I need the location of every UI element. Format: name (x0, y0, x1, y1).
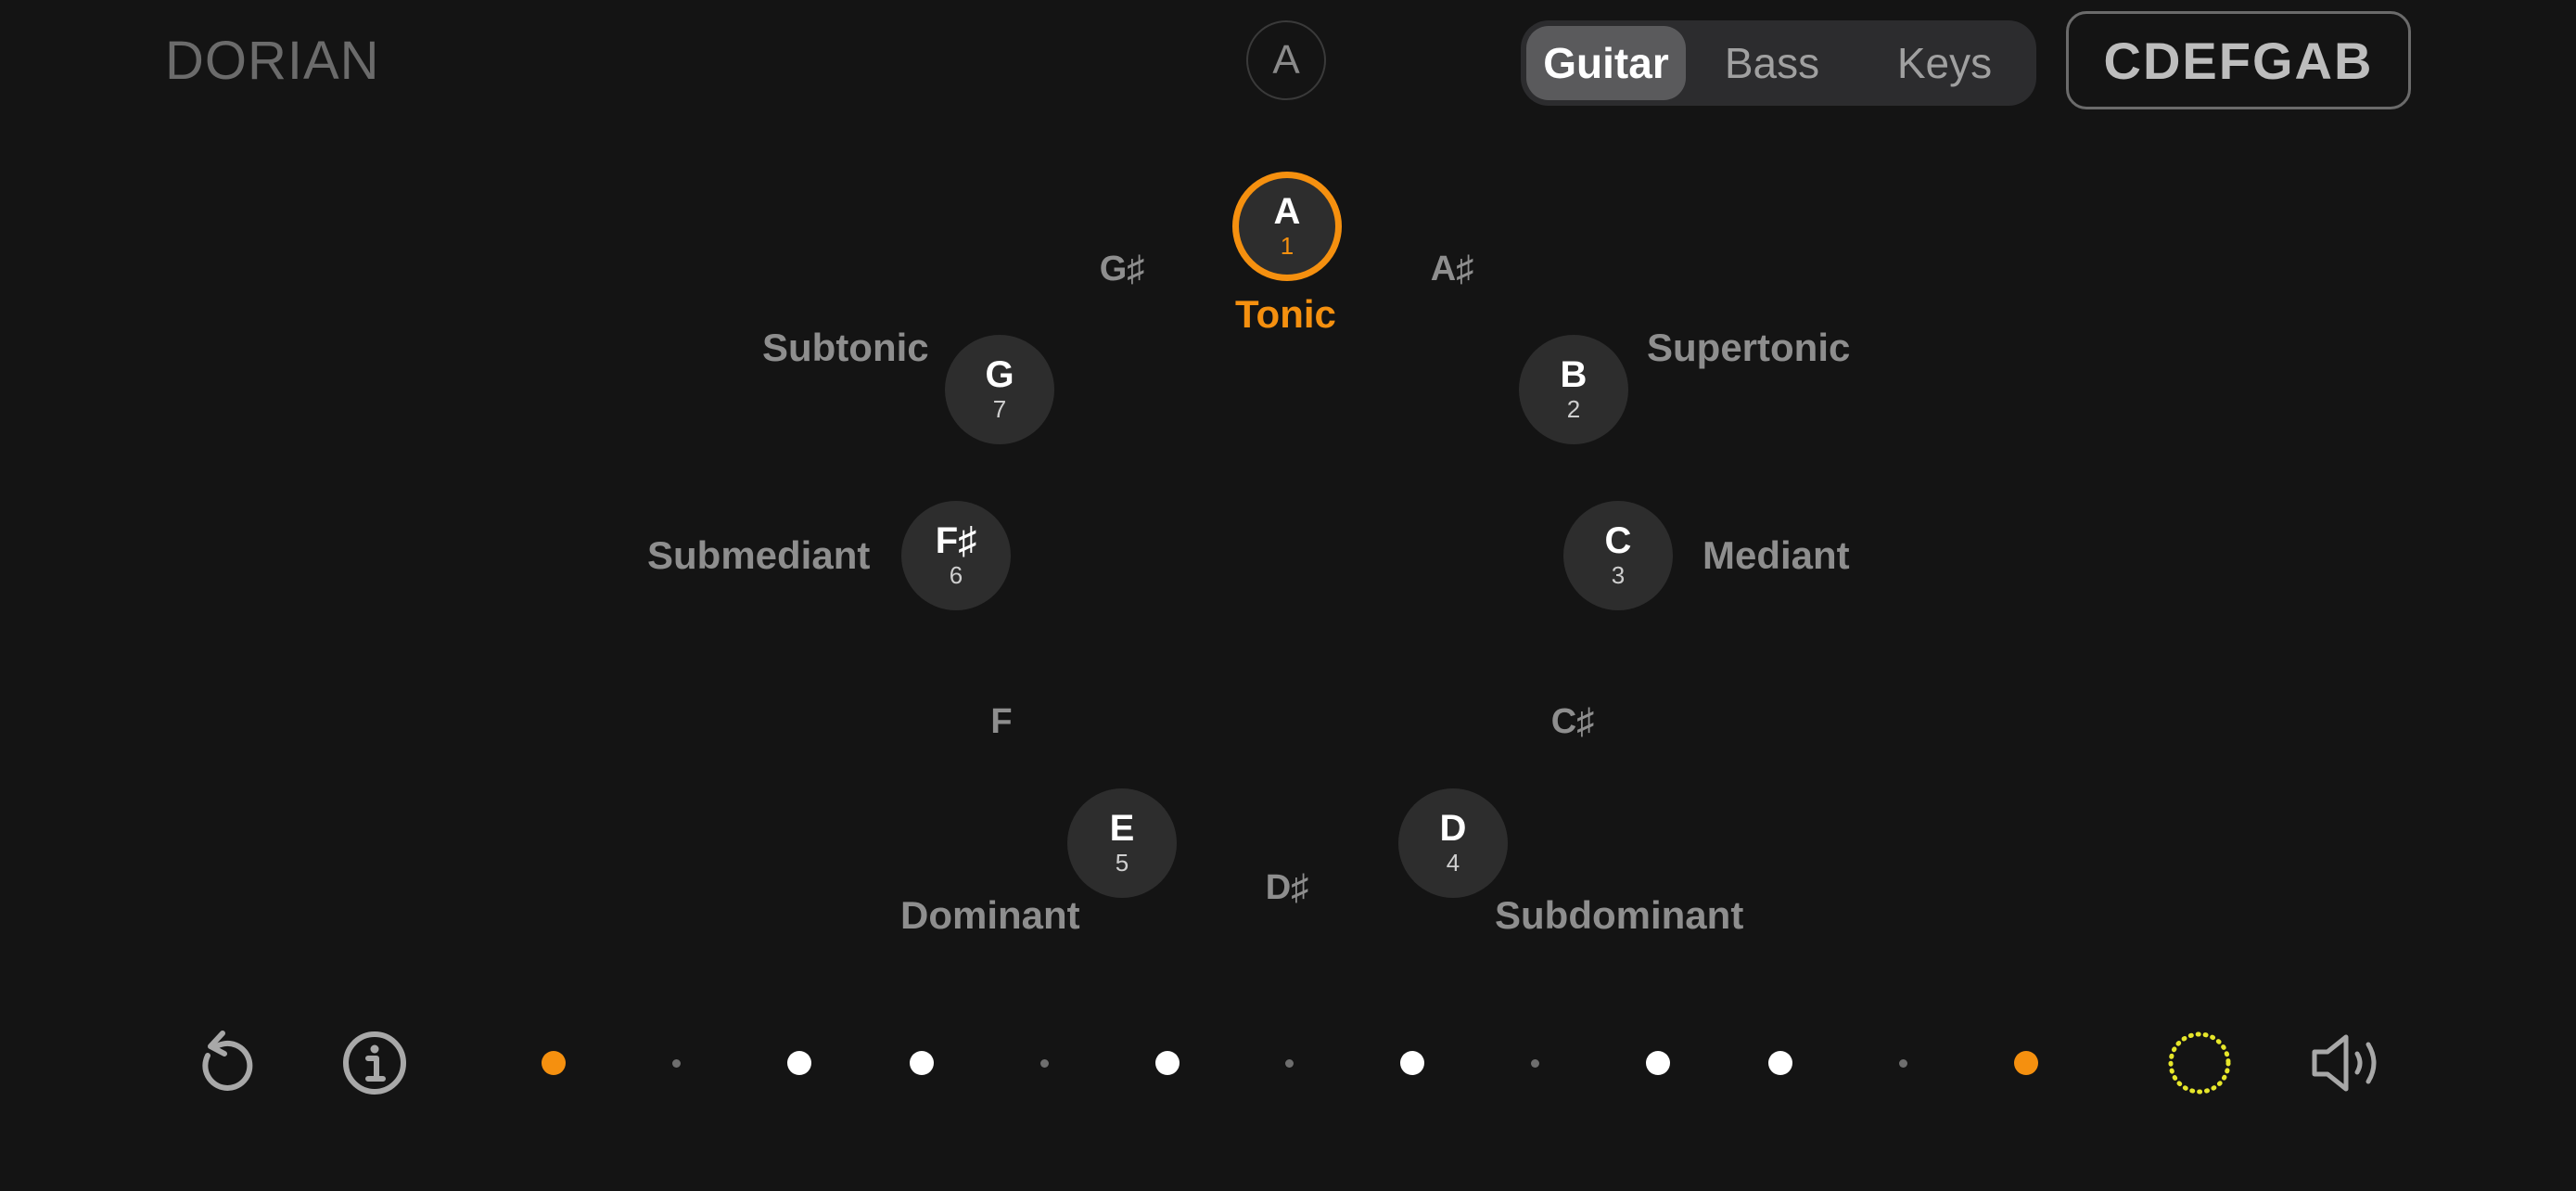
degree-number: 1 (1280, 232, 1294, 260)
function-label-dominant: Dominant (900, 893, 1080, 937)
instrument-selector: Guitar Bass Keys (1521, 20, 2036, 106)
note-name: A (1273, 191, 1301, 232)
sound-button[interactable] (2309, 1030, 2387, 1096)
degree-node-7[interactable]: G 7 (945, 335, 1054, 444)
instrument-keys-tab[interactable]: Keys (1858, 26, 2031, 100)
info-button[interactable] (339, 1028, 410, 1098)
chromatic-note-f[interactable]: F (964, 703, 1039, 740)
note-name: G (985, 354, 1014, 395)
instrument-guitar-tab[interactable]: Guitar (1526, 26, 1686, 100)
step-dot-off (1039, 1058, 1049, 1068)
degree-node-4[interactable]: D 4 (1398, 788, 1508, 898)
step-dot-root (2013, 1051, 2038, 1075)
note-name: C (1604, 520, 1632, 561)
instrument-bass-tab[interactable]: Bass (1686, 26, 1858, 100)
note-name: B (1560, 354, 1588, 395)
info-icon (343, 1031, 406, 1095)
degree-node-3[interactable]: C 3 (1563, 501, 1673, 610)
chromatic-note-g-sharp[interactable]: G♯ (1085, 250, 1159, 288)
degree-node-6[interactable]: F♯ 6 (901, 501, 1011, 610)
mode-title: DORIAN (165, 31, 380, 91)
speaker-icon (2312, 1034, 2377, 1092)
chromatic-note-c-sharp[interactable]: C♯ (1536, 703, 1610, 740)
note-name: E (1109, 808, 1135, 849)
degree-node-2[interactable]: B 2 (1519, 335, 1628, 444)
reset-icon (202, 1031, 253, 1091)
function-label-mediant: Mediant (1702, 533, 1850, 577)
loop-button[interactable] (2166, 1030, 2233, 1096)
function-label-tonic: Tonic (1235, 292, 1336, 336)
step-dot-root (542, 1051, 566, 1075)
step-dot-scale (909, 1051, 934, 1075)
chromatic-note-d-sharp[interactable]: D♯ (1250, 869, 1324, 906)
step-dot-off (671, 1058, 681, 1068)
step-dot-off (1898, 1058, 1907, 1068)
step-dot-off (1530, 1058, 1539, 1068)
degree-node-tonic[interactable]: A 1 (1232, 172, 1342, 281)
root-note-button[interactable]: A (1246, 20, 1326, 100)
step-dot-off (1285, 1058, 1294, 1068)
note-name: D (1439, 808, 1467, 849)
reset-button[interactable] (189, 1026, 261, 1098)
degree-number: 4 (1446, 849, 1460, 877)
degree-number: 7 (992, 395, 1007, 423)
degree-number: 2 (1566, 395, 1581, 423)
step-dot-scale (1400, 1051, 1425, 1075)
degree-node-5[interactable]: E 5 (1067, 788, 1177, 898)
note-names-button[interactable]: CDEFGAB (2066, 11, 2411, 109)
step-dot-scale (786, 1051, 811, 1075)
degree-number: 5 (1115, 849, 1129, 877)
note-name: F♯ (935, 520, 977, 561)
step-dot-scale (1768, 1051, 1792, 1075)
degree-number: 6 (949, 561, 963, 589)
function-label-subdominant: Subdominant (1495, 893, 1744, 937)
step-dot-scale (1154, 1051, 1180, 1075)
function-label-subtonic: Subtonic (762, 326, 929, 369)
step-dot-scale (1645, 1051, 1670, 1075)
degree-number: 3 (1611, 561, 1626, 589)
function-label-submediant: Submediant (647, 533, 871, 577)
function-label-supertonic: Supertonic (1647, 326, 1851, 369)
dotted-circle-icon (2168, 1031, 2231, 1095)
chromatic-note-a-sharp[interactable]: A♯ (1415, 250, 1489, 288)
